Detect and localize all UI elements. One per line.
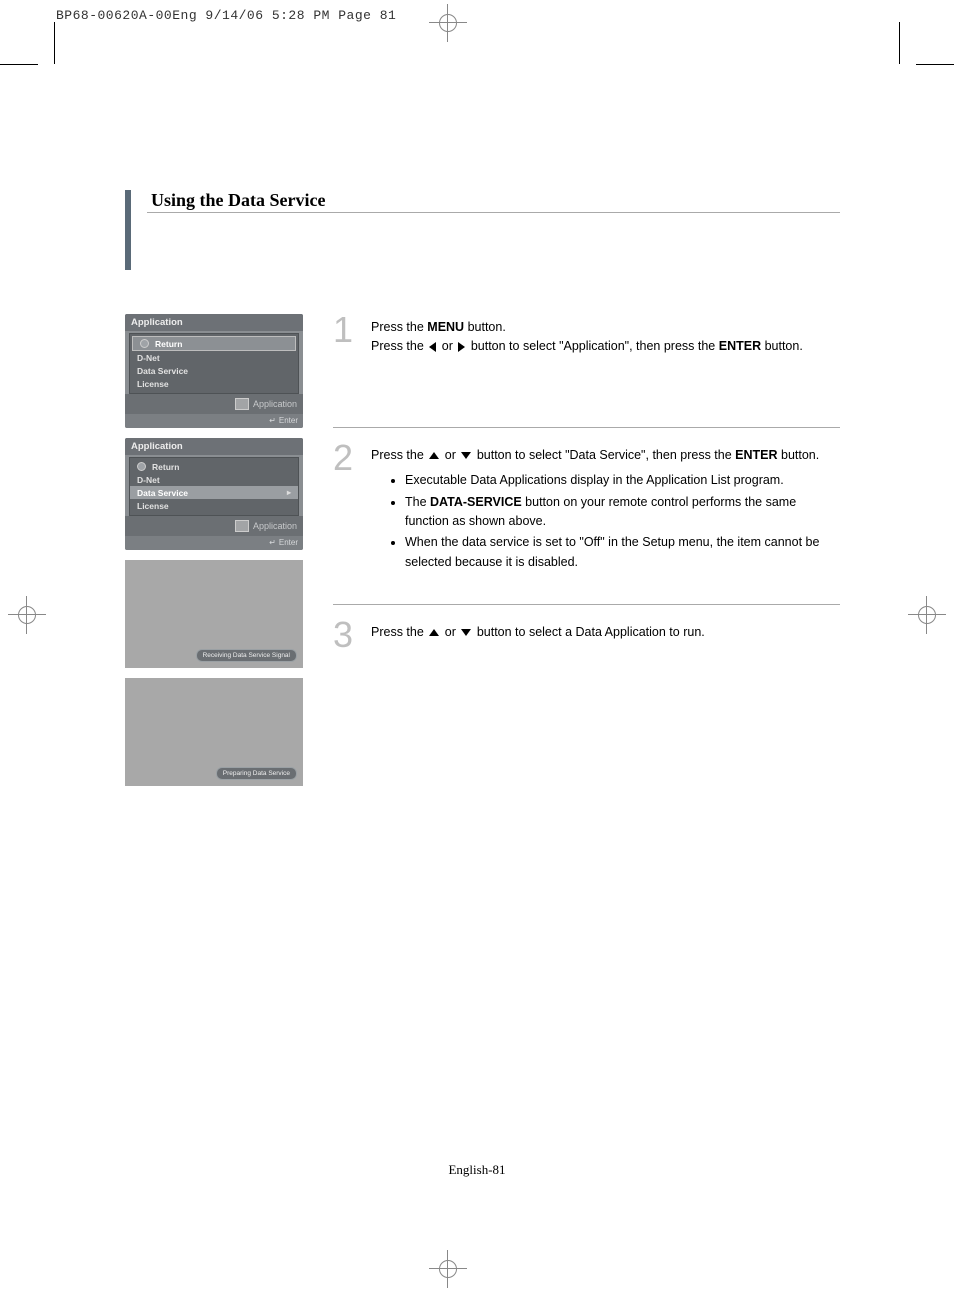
- text: or: [441, 448, 459, 462]
- arrow-up-icon: [429, 452, 439, 459]
- arrow-left-icon: [429, 342, 436, 352]
- divider: [333, 604, 840, 605]
- osd-enter-label: Enter: [279, 538, 298, 547]
- text: The: [405, 495, 430, 509]
- crop-mark: [54, 22, 55, 64]
- osd-item-label: Data Service: [137, 488, 188, 498]
- list-item: Executable Data Applications display in …: [405, 471, 840, 490]
- print-header: BP68-00620A-00Eng 9/14/06 5:28 PM Page 8…: [56, 8, 396, 23]
- arrow-down-icon: [461, 452, 471, 459]
- arrow-down-icon: [461, 629, 471, 636]
- osd-item: D-Net: [130, 351, 298, 364]
- registration-mark-icon: [435, 10, 461, 36]
- osd-footer-label: Application: [253, 399, 297, 409]
- step-1: 1 Press the MENU button. Press the or bu…: [333, 314, 840, 357]
- list-item: The DATA-SERVICE button on your remote c…: [405, 493, 840, 532]
- return-icon: [140, 339, 149, 348]
- text-bold: MENU: [427, 320, 464, 334]
- step-number: 1: [333, 314, 361, 357]
- text: button.: [778, 448, 820, 462]
- step-2: 2 Press the or button to select "Data Se…: [333, 442, 840, 574]
- osd-item: License: [130, 377, 298, 390]
- osd-title: Application: [125, 438, 303, 455]
- osd-item-label: Return: [152, 462, 179, 472]
- osd-menu-2: Application Return D-Net Data Service ▸ L…: [125, 438, 303, 550]
- step-3: 3 Press the or button to select a Data A…: [333, 619, 840, 651]
- osd-enter-label: Enter: [279, 416, 298, 425]
- application-icon: [235, 398, 249, 410]
- text: Press the: [371, 625, 427, 639]
- text-bold: ENTER: [719, 339, 761, 353]
- text: Press the: [371, 448, 427, 462]
- arrow-up-icon: [429, 629, 439, 636]
- osd-menu-1: Application Return D-Net Data Service Li…: [125, 314, 303, 428]
- section-title-block: Using the Data Service: [125, 190, 840, 214]
- registration-mark-icon: [435, 1256, 461, 1282]
- left-column: Application Return D-Net Data Service Li…: [125, 314, 305, 796]
- enter-icon: ↵: [269, 416, 276, 425]
- text: button to select "Application", then pre…: [467, 339, 718, 353]
- osd-item: License: [130, 499, 298, 512]
- tv-screen-2: Preparing Data Service: [125, 678, 303, 786]
- divider: [333, 427, 840, 428]
- page-content: Using the Data Service Application Retur…: [125, 190, 840, 796]
- step-body: Press the or button to select a Data App…: [371, 619, 705, 651]
- page-title: Using the Data Service: [151, 190, 325, 211]
- osd-footer-label: Application: [253, 521, 297, 531]
- status-banner: Receiving Data Service Signal: [196, 649, 297, 662]
- text: or: [438, 339, 456, 353]
- osd-item: D-Net: [130, 473, 298, 486]
- osd-enter-hint: ↵Enter: [125, 414, 303, 428]
- tv-screen-1: Receiving Data Service Signal: [125, 560, 303, 668]
- bullet-list: Executable Data Applications display in …: [405, 471, 840, 572]
- text: Press the: [371, 339, 427, 353]
- text-bold: ENTER: [735, 448, 777, 462]
- registration-mark-icon: [914, 602, 940, 628]
- content-row: Application Return D-Net Data Service Li…: [125, 314, 840, 796]
- right-column: 1 Press the MENU button. Press the or bu…: [333, 314, 840, 796]
- text: button.: [761, 339, 803, 353]
- text: button.: [464, 320, 506, 334]
- osd-list: Return D-Net Data Service ▸ License: [129, 457, 299, 516]
- text: or: [441, 625, 459, 639]
- application-icon: [235, 520, 249, 532]
- text: button to select a Data Application to r…: [473, 625, 704, 639]
- page-footer: English-81: [0, 1162, 954, 1178]
- title-accent: [125, 190, 131, 270]
- status-banner: Preparing Data Service: [216, 767, 297, 780]
- osd-footer: Application: [125, 394, 303, 414]
- osd-item-label: Return: [155, 339, 182, 349]
- osd-item-return: Return: [132, 336, 296, 351]
- osd-item-return: Return: [130, 460, 298, 473]
- text: Press the: [371, 320, 427, 334]
- crop-mark: [899, 22, 900, 64]
- osd-item-selected: Data Service ▸: [130, 486, 298, 499]
- crop-mark: [916, 64, 954, 65]
- osd-footer: Application: [125, 516, 303, 536]
- registration-mark-icon: [14, 602, 40, 628]
- chevron-right-icon: ▸: [287, 488, 291, 497]
- return-icon: [137, 462, 146, 471]
- osd-enter-hint: ↵Enter: [125, 536, 303, 550]
- title-underline: [147, 212, 840, 213]
- step-number: 3: [333, 619, 361, 651]
- crop-mark: [0, 64, 38, 65]
- step-body: Press the MENU button. Press the or butt…: [371, 314, 803, 357]
- enter-icon: ↵: [269, 538, 276, 547]
- text-bold: DATA-SERVICE: [430, 495, 522, 509]
- osd-title: Application: [125, 314, 303, 331]
- step-number: 2: [333, 442, 361, 574]
- step-body: Press the or button to select "Data Serv…: [371, 442, 840, 574]
- osd-list: Return D-Net Data Service License: [129, 333, 299, 394]
- arrow-right-icon: [458, 342, 465, 352]
- osd-item: Data Service: [130, 364, 298, 377]
- text: button to select "Data Service", then pr…: [473, 448, 735, 462]
- list-item: When the data service is set to "Off" in…: [405, 533, 840, 572]
